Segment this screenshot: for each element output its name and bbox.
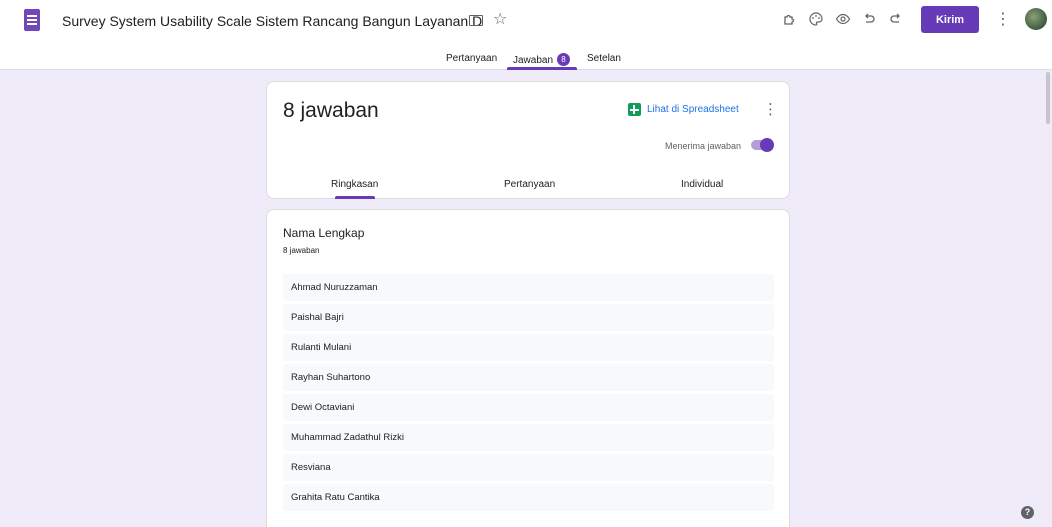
undo-icon[interactable]	[859, 9, 879, 29]
answer-list: Ahmad Nuruzzaman Paishal Bajri Rulanti M…	[283, 274, 774, 514]
folder-icon[interactable]	[469, 15, 483, 26]
palette-icon[interactable]	[806, 9, 826, 29]
view-in-sheets-link[interactable]: Lihat di Spreadsheet	[628, 103, 739, 116]
more-vert-icon[interactable]: ⋮	[763, 100, 778, 118]
more-vert-icon[interactable]: ⋮	[995, 9, 1011, 29]
response-count-title: 8 jawaban	[283, 99, 379, 122]
list-item: Grahita Ratu Cantika	[283, 484, 774, 511]
tab-summary[interactable]: Ringkasan	[331, 179, 378, 190]
list-item: Rayhan Suhartono	[283, 364, 774, 391]
tab-settings[interactable]: Setelan	[587, 53, 621, 64]
preview-eye-icon[interactable]	[833, 9, 853, 29]
question-summary-card: Nama Lengkap 8 jawaban Ahmad Nuruzzaman …	[266, 209, 790, 527]
tab-questions[interactable]: Pertanyaan	[446, 53, 497, 64]
responses-summary-card: 8 jawaban Lihat di Spreadsheet ⋮ Menerim…	[266, 81, 790, 199]
active-tab-indicator	[507, 67, 577, 70]
avatar[interactable]	[1025, 8, 1047, 30]
top-bar: Survey System Usability Scale Sistem Ran…	[0, 0, 1052, 70]
list-item: Paishal Bajri	[283, 304, 774, 331]
accepting-responses-label: Menerima jawaban	[665, 141, 742, 151]
view-in-sheets-label: Lihat di Spreadsheet	[647, 104, 739, 115]
list-item: Rulanti Mulani	[283, 334, 774, 361]
active-subtab-indicator	[335, 196, 375, 199]
list-item: Ahmad Nuruzzaman	[283, 274, 774, 301]
tab-responses-label: Jawaban	[513, 55, 554, 66]
scrollbar[interactable]	[1046, 72, 1050, 124]
tab-individual[interactable]: Individual	[681, 179, 723, 190]
tab-question[interactable]: Pertanyaan	[504, 179, 555, 190]
document-title[interactable]: Survey System Usability Scale Sistem Ran…	[62, 13, 482, 29]
redo-icon[interactable]	[886, 9, 906, 29]
list-item: Muhammad Zadathul Rizki	[283, 424, 774, 451]
question-response-count: 8 jawaban	[283, 246, 320, 255]
addon-icon[interactable]	[780, 9, 800, 29]
tab-responses[interactable]: Jawaban 8	[513, 53, 571, 66]
list-item: Resviana	[283, 454, 774, 481]
sheets-icon	[628, 103, 641, 116]
list-item: Dewi Octaviani	[283, 394, 774, 421]
send-button[interactable]: Kirim	[921, 6, 979, 33]
toggle-knob[interactable]	[760, 138, 774, 152]
question-title: Nama Lengkap	[283, 226, 365, 240]
response-count-badge: 8	[557, 53, 571, 66]
help-icon[interactable]: ?	[1021, 506, 1034, 519]
forms-app-icon[interactable]	[24, 9, 40, 31]
star-icon[interactable]: ☆	[493, 9, 507, 29]
